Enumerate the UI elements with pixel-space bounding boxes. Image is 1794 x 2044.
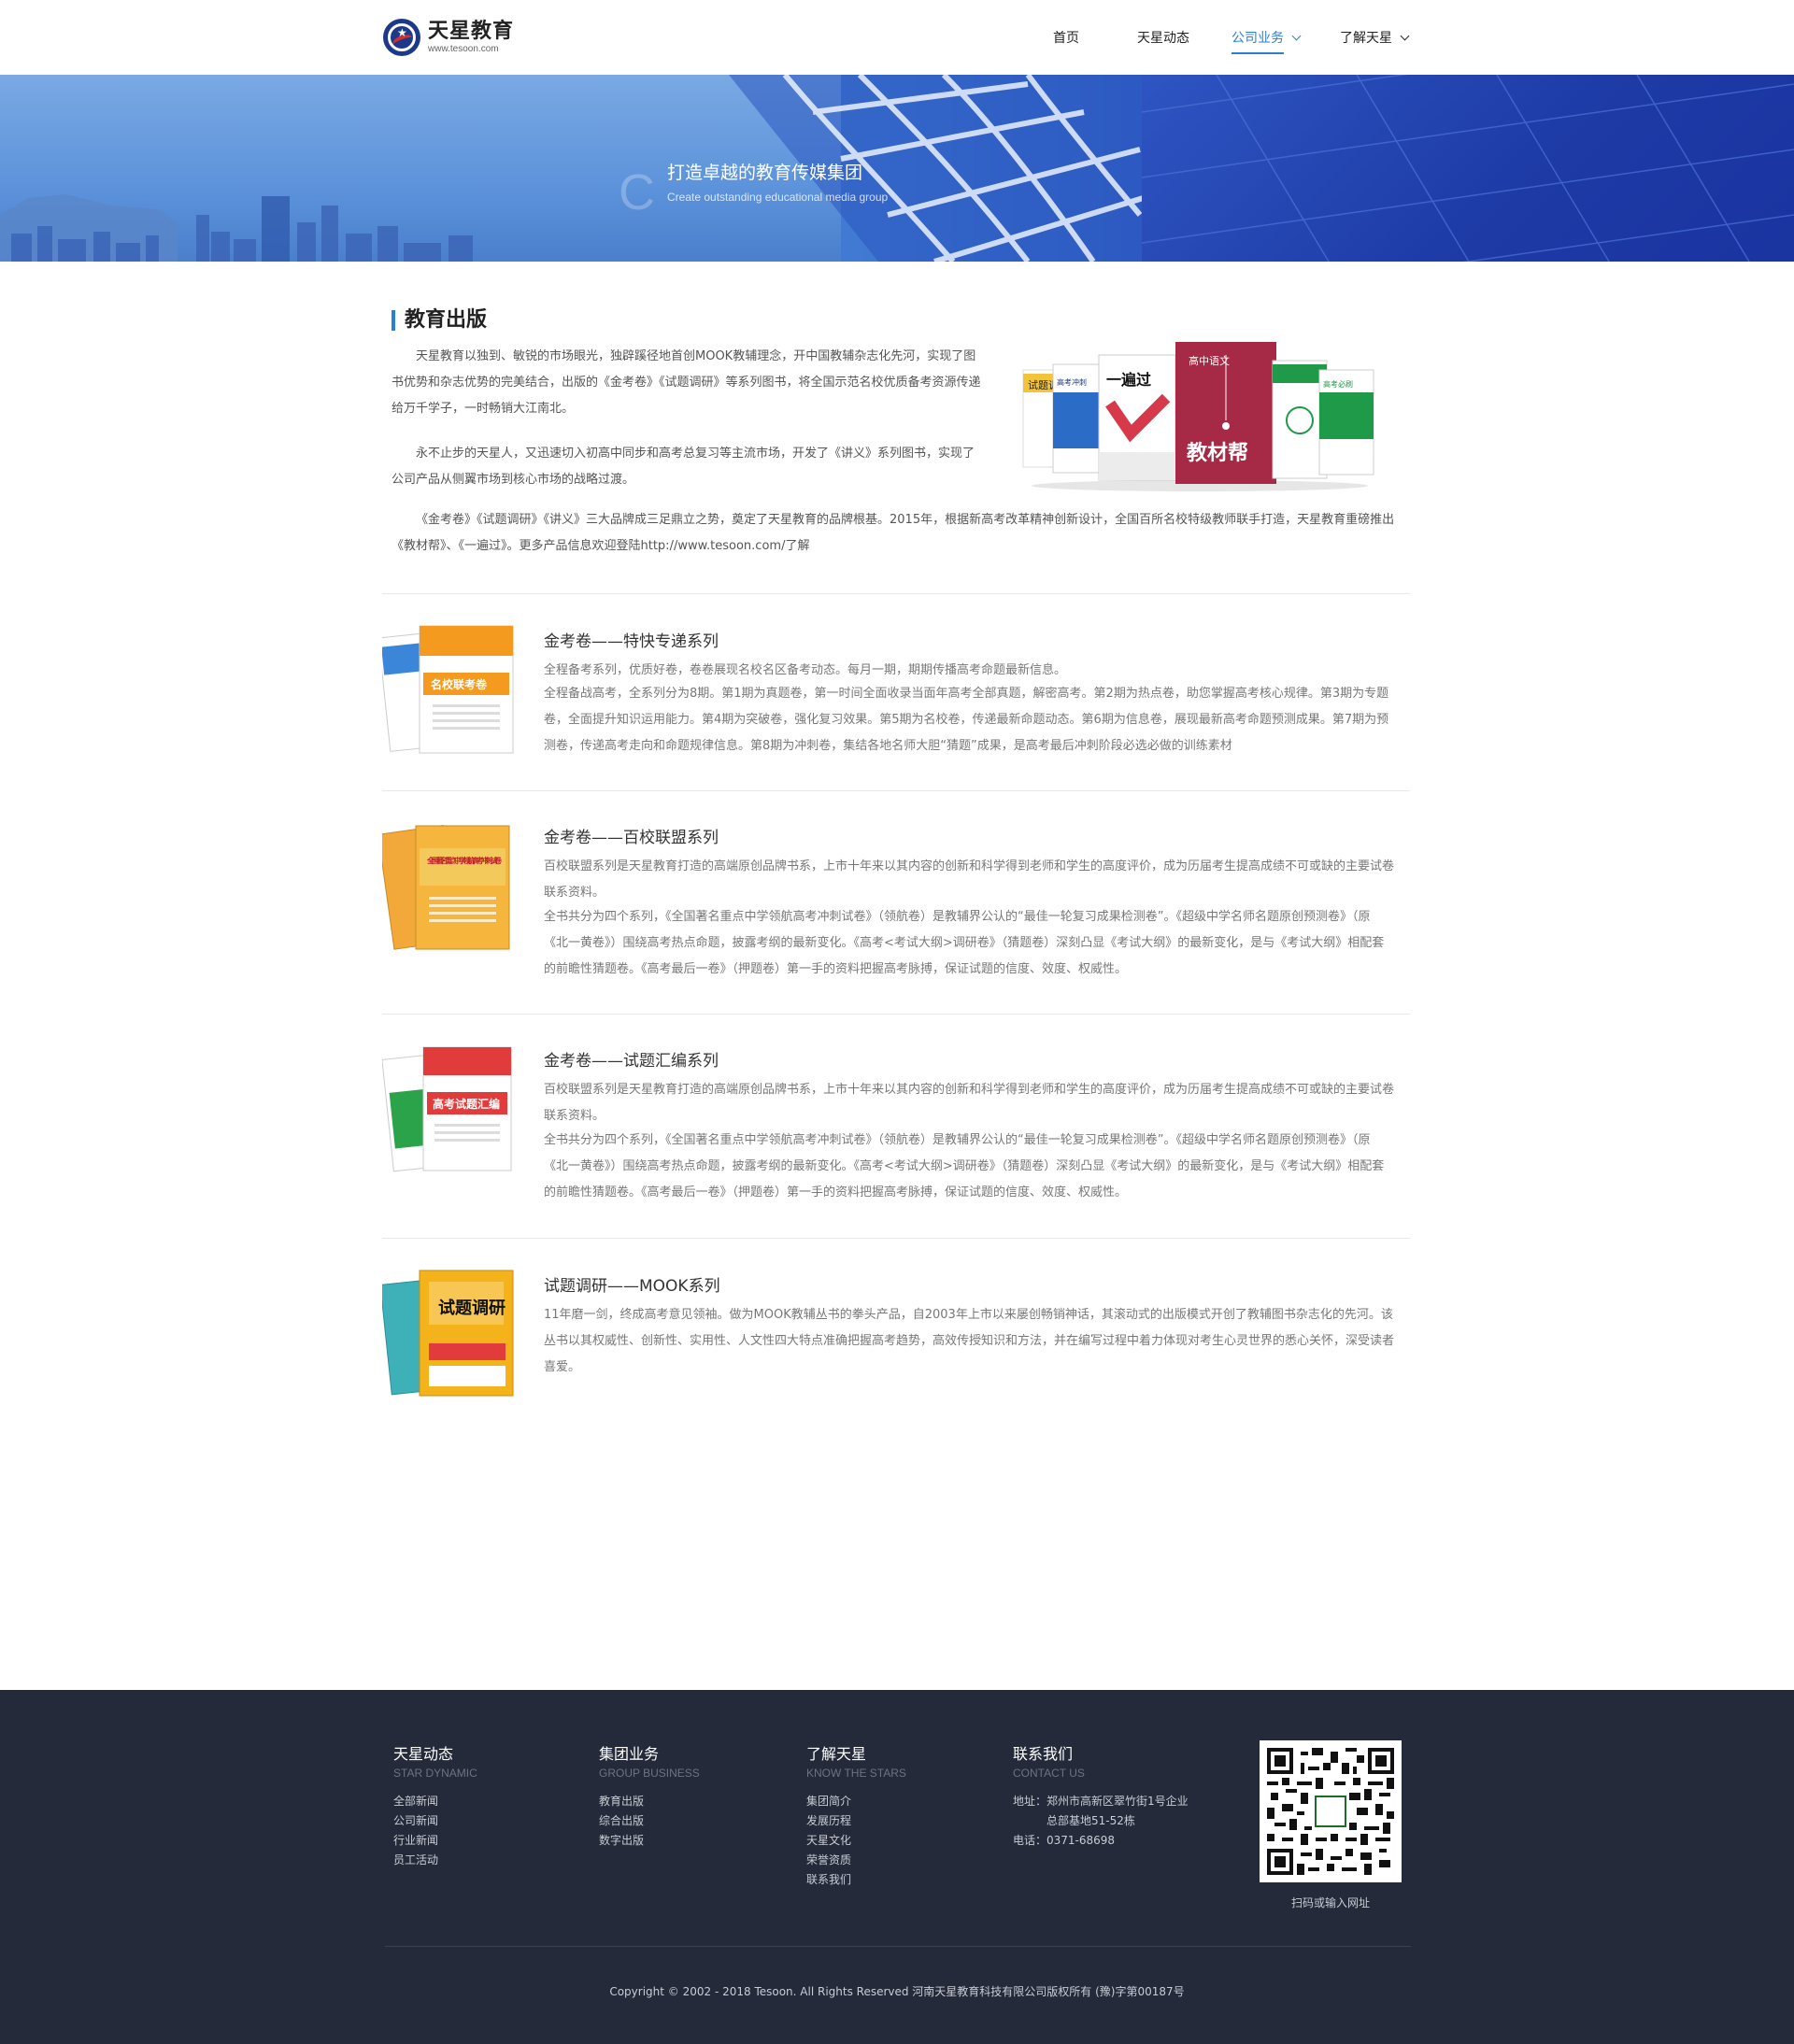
footer-column-contact: 联系我们 CONTACT US 地址：郑州市高新区翠竹街1号企业 总部基地51-… — [1013, 1745, 1189, 1851]
hero-book-label: 高考冲刺 — [1057, 377, 1087, 387]
footer-column-subtitle: GROUP BUSINESS — [599, 1767, 700, 1780]
textbook-collection-image: 试题调研 高考冲刺 一遍过 高中语文 教材帮 高考必刷 — [1022, 342, 1374, 491]
footer-link[interactable]: 教育出版 — [599, 1792, 700, 1811]
banner-subtitle: Create outstanding educational media gro… — [667, 191, 889, 204]
product-cover-image[interactable]: 全国著名重点中学领航高考冲刺试卷 — [382, 820, 519, 951]
section-divider — [382, 1238, 1410, 1239]
nav-about-label: 了解天星 — [1340, 31, 1392, 46]
footer-link[interactable]: 荣誉资质 — [806, 1851, 906, 1870]
nav-news[interactable]: 天星动态 — [1137, 28, 1189, 47]
intro-paragraph: 永不止步的天星人，又迅速切入初高中同步和高考总复习等主流市场，开发了《讲义》系列… — [392, 447, 975, 487]
footer-link[interactable]: 员工活动 — [393, 1851, 477, 1870]
hero-book-label: 高考必刷 — [1323, 379, 1353, 389]
contact-address-cont: 总部基地51-52栋 — [1046, 1814, 1135, 1827]
section-divider — [382, 1014, 1410, 1015]
footer-link[interactable]: 天星文化 — [806, 1831, 906, 1851]
footer-link[interactable]: 发展历程 — [806, 1811, 906, 1831]
footer-column-subtitle: STAR DYNAMIC — [393, 1767, 477, 1780]
product-description: 百校联盟系列是天星教育打造的高端原创品牌书系，上市十年来以其内容的创新和科学得到… — [544, 859, 1395, 900]
brand-name: 天星教育 — [428, 20, 515, 43]
product-item: 名校联考卷 金考卷——特快专递系列 全程备考系列，优质好卷，卷卷展现名校名区备考… — [382, 624, 1410, 774]
product-title[interactable]: 金考卷——特快专递系列 — [544, 632, 719, 652]
product-description: 全程备考系列，优质好卷，卷卷展现名校名区备考动态。每月一期，期期传播高考命题最新… — [544, 663, 1067, 677]
product-cover-image[interactable]: 试题调研 — [382, 1269, 519, 1399]
hero-banner: C 打造卓越的教育传媒集团 Create outstanding educati… — [0, 75, 1794, 262]
product-description: 11年磨一剑，终成高考意见领袖。做为MOOK教辅丛书的拳头产品，自2003年上市… — [544, 1308, 1395, 1374]
chevron-down-icon — [1400, 31, 1410, 41]
footer-column-news: 天星动态 STAR DYNAMIC 全部新闻 公司新闻 行业新闻 员工活动 — [393, 1745, 477, 1870]
intro-paragraph: 《金考卷》《试题调研》《讲义》三大品牌成三足鼎立之势，奠定了天星教育的品牌根基。… — [392, 513, 1395, 553]
product-description: 全程备战高考，全系列分为8期。第1期为真题卷，第一时间全面收录当面年高考全部真题… — [544, 687, 1389, 753]
footer-column-subtitle: KNOW THE STARS — [806, 1767, 906, 1780]
cover-title: 高考试题汇编 — [433, 1097, 500, 1111]
hero-book-label: 一遍过 — [1106, 371, 1151, 389]
footer-link[interactable]: 综合出版 — [599, 1811, 700, 1831]
brand-logo[interactable]: ★ 天星教育 www.tesoon.com — [383, 17, 514, 58]
footer-link[interactable]: 公司新闻 — [393, 1811, 477, 1831]
product-item: 高考试题汇编 金考卷——试题汇编系列 百校联盟系列是天星教育打造的高端原创品牌书… — [382, 1043, 1410, 1230]
site-header: ★ 天星教育 www.tesoon.com 首页 天星动态 公司业务 了解天星 — [0, 0, 1794, 75]
nav-business-label: 公司业务 — [1232, 31, 1284, 46]
intro-paragraph: 天星教育以独到、敏锐的市场眼光，独辟蹊径地首创MOOK教辅理念，开中国教辅杂志化… — [392, 349, 981, 416]
footer-column-title: 天星动态 — [393, 1745, 454, 1763]
footer-link[interactable]: 集团简介 — [806, 1792, 906, 1811]
footer-link[interactable]: 联系我们 — [806, 1870, 906, 1890]
footer-column-title: 集团业务 — [599, 1745, 660, 1763]
product-title[interactable]: 试题调研——MOOK系列 — [544, 1276, 720, 1297]
product-title[interactable]: 金考卷——试题汇编系列 — [544, 1051, 719, 1072]
city-skyline-image — [0, 194, 473, 262]
qr-code-image — [1260, 1740, 1402, 1882]
contact-phone: 电话：0371-68698 — [1013, 1834, 1116, 1847]
hero-book-label: 高中语文 — [1189, 354, 1230, 367]
product-cover-image[interactable]: 高考试题汇编 — [382, 1043, 519, 1174]
logo-emblem-icon: ★ — [383, 19, 420, 56]
footer-column-business: 集团业务 GROUP BUSINESS 教育出版 综合出版 数字出版 — [599, 1745, 700, 1851]
nav-home[interactable]: 首页 — [1053, 28, 1079, 47]
footer-link[interactable]: 数字出版 — [599, 1831, 700, 1851]
footer-column-title: 了解天星 — [806, 1745, 867, 1763]
footer-divider — [385, 1946, 1411, 1947]
section-divider — [382, 790, 1410, 791]
copyright-text: Copyright © 2002 - 2018 Tesoon. All Righ… — [609, 1985, 1185, 1998]
product-item: 试题调研 试题调研——MOOK系列 11年磨一剑，终成高考意见领袖。做为MOOK… — [382, 1269, 1410, 1418]
product-description: 全书共分为四个系列，《全国著名重点中学领航高考冲刺试卷》（领航卷）是教辅界公认的… — [544, 1133, 1385, 1199]
qr-caption: 扫码或输入网址 — [1290, 1896, 1370, 1909]
nav-business[interactable]: 公司业务 — [1232, 28, 1302, 54]
cover-title: 名校联考卷 — [431, 677, 488, 691]
product-cover-image[interactable]: 名校联考卷 — [382, 624, 519, 755]
section-divider — [382, 593, 1410, 594]
product-item: 全国著名重点中学领航高考冲刺试卷 金考卷——百校联盟系列 百校联盟系列是天星教育… — [382, 820, 1410, 1007]
footer-column-about: 了解天星 KNOW THE STARS 集团简介 发展历程 天星文化 荣誉资质 … — [806, 1745, 906, 1890]
cover-title: 试题调研 — [438, 1298, 505, 1318]
glass-facade-image — [1141, 75, 1794, 262]
footer-link[interactable]: 全部新闻 — [393, 1792, 477, 1811]
product-title[interactable]: 金考卷——百校联盟系列 — [544, 828, 719, 848]
banner-title: 打造卓越的教育传媒集团 — [667, 163, 863, 183]
contact-address: 地址：郑州市高新区翠竹街1号企业 — [1013, 1795, 1189, 1808]
section-title: 教育出版 — [392, 308, 487, 333]
cover-title: 全国著名重点中学领航高考冲刺试卷 — [426, 856, 503, 865]
banner-mark: C — [619, 164, 655, 220]
footer-link[interactable]: 行业新闻 — [393, 1831, 477, 1851]
chevron-down-icon — [1291, 31, 1302, 41]
brand-url: www.tesoon.com — [428, 44, 499, 54]
nav-about[interactable]: 了解天星 — [1340, 28, 1410, 47]
product-description: 百校联盟系列是天星教育打造的高端原创品牌书系，上市十年来以其内容的创新和科学得到… — [544, 1083, 1395, 1123]
hero-book-label: 教材帮 — [1187, 441, 1248, 465]
footer-column-subtitle: CONTACT US — [1013, 1767, 1085, 1780]
product-description: 全书共分为四个系列，《全国著名重点中学领航高考冲刺试卷》（领航卷）是教辅界公认的… — [544, 910, 1385, 976]
footer-column-title: 联系我们 — [1013, 1745, 1074, 1763]
